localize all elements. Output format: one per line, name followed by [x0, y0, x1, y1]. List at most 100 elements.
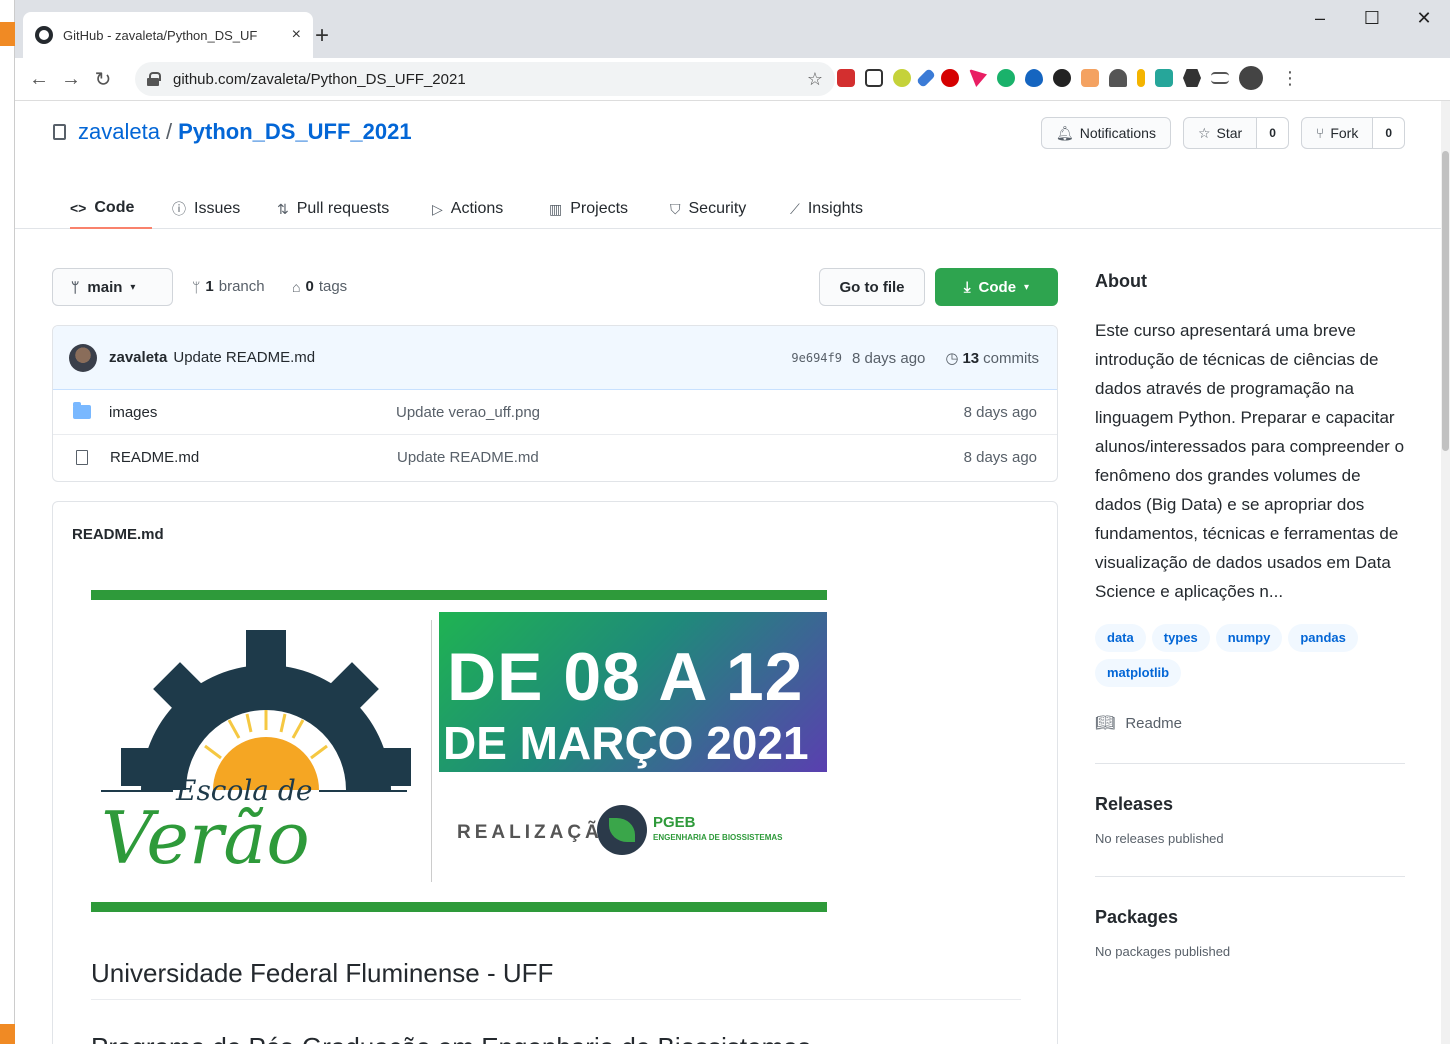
commit-author-link[interactable]: zavaleta	[109, 349, 167, 366]
extension-icon[interactable]	[1081, 69, 1099, 87]
extension-icon[interactable]	[837, 69, 855, 87]
browser-menu-icon[interactable]: ⋮	[1281, 68, 1299, 89]
code-button-label: Code	[978, 278, 1017, 296]
pull-request-icon: ⇅	[277, 200, 289, 217]
scrollbar-thumb[interactable]	[1442, 151, 1449, 451]
tab-actions[interactable]: ▷ Actions	[432, 189, 503, 229]
tab-title: GitHub - zavaleta/Python_DS_UF	[63, 27, 258, 43]
bookmark-star-icon[interactable]: ☆	[807, 69, 823, 90]
tab-projects[interactable]: ▥ Projects	[549, 189, 628, 229]
repo-name-link[interactable]: Python_DS_UFF_2021	[178, 119, 412, 145]
maximize-button[interactable]: ☐	[1346, 8, 1398, 29]
extension-icon[interactable]	[1053, 69, 1071, 87]
topic-tag[interactable]: pandas	[1288, 624, 1358, 652]
packages-heading[interactable]: Packages	[1095, 907, 1405, 928]
repo-actions: 🔔︎ Notifications ☆ Star 0 ⑂ Fork 0	[1040, 117, 1405, 149]
file-name-link[interactable]: images	[109, 404, 396, 421]
tab-code[interactable]: <> Code	[70, 189, 153, 229]
fork-button[interactable]: ⑂ Fork 0	[1300, 117, 1405, 149]
file-row[interactable]: images Update verao_uff.png 8 days ago	[53, 390, 1057, 435]
file-name-link[interactable]: README.md	[110, 449, 397, 466]
code-dropdown-button[interactable]: ⤓ Code ▾	[935, 268, 1058, 306]
reading-list-icon[interactable]	[1211, 72, 1229, 84]
tab-label: Code	[94, 199, 135, 216]
lock-icon	[147, 72, 161, 86]
back-arrow-icon[interactable]: ←	[23, 68, 55, 91]
address-bar[interactable]: github.com/zavaleta/Python_DS_UFF_2021 ☆	[135, 62, 835, 96]
new-tab-button[interactable]: +	[315, 22, 329, 50]
repo-title: zavaleta / Python_DS_UFF_2021	[53, 119, 412, 145]
tab-strip: GitHub - zavaleta/Python_DS_UF × + – ☐ ✕	[15, 0, 1450, 58]
play-icon: ▷	[432, 200, 443, 217]
tag-icon: ⌂	[292, 278, 301, 295]
tab-pull-requests[interactable]: ⇅ Pull requests	[277, 189, 389, 229]
topic-tag[interactable]: types	[1151, 624, 1210, 652]
commits-history-link[interactable]: ◷ 13 commits	[945, 349, 1039, 368]
grammarly-icon[interactable]	[997, 69, 1015, 87]
extension-icon[interactable]	[893, 69, 911, 87]
file-commit-link[interactable]: Update verao_uff.png	[396, 404, 964, 421]
file-age: 8 days ago	[963, 449, 1037, 466]
go-to-file-button[interactable]: Go to file	[819, 268, 925, 306]
window-edge-marker	[0, 1024, 15, 1044]
file-age: 8 days ago	[963, 403, 1037, 421]
adblock-icon[interactable]	[941, 69, 959, 87]
extension-icon[interactable]	[1137, 69, 1145, 87]
topic-tag[interactable]: matplotlib	[1095, 659, 1182, 687]
branch-select-button[interactable]: ᛘ main ▾	[52, 268, 173, 306]
repo-slash: /	[165, 119, 173, 144]
topic-list: data types numpy pandas matplotlib	[1095, 624, 1405, 687]
history-icon: ◷	[945, 350, 959, 367]
releases-note: No releases published	[1095, 831, 1224, 846]
tab-issues[interactable]: ⓘ Issues	[172, 189, 240, 229]
files-toolbar: ᛘ main ▾ ᛘ 1 branch ⌂ 0 tags Go to file …	[52, 268, 1058, 308]
tab-insights[interactable]: ⟋ Insights	[790, 189, 863, 229]
extensions-bar: ⋮	[837, 66, 1299, 90]
extension-icon[interactable]	[1109, 69, 1127, 87]
star-count[interactable]: 0	[1256, 118, 1288, 148]
banner-date-box: DE 08 A 12 DE MARÇO 2021	[439, 612, 827, 772]
star-label: Star	[1216, 125, 1243, 141]
tab-security[interactable]: ⛉ Security	[670, 189, 746, 229]
tab-label: Actions	[450, 200, 504, 217]
tags-link[interactable]: ⌂ 0 tags	[292, 278, 347, 295]
extension-drop-icon[interactable]	[1025, 69, 1043, 87]
close-window-button[interactable]: ✕	[1398, 8, 1450, 29]
profile-avatar-icon[interactable]	[1239, 66, 1263, 90]
file-commit-link[interactable]: Update README.md	[397, 449, 964, 466]
avatar[interactable]	[69, 343, 97, 372]
readme-link[interactable]: 📖︎ Readme	[1095, 713, 1405, 733]
url-text[interactable]: github.com/zavaleta/Python_DS_UFF_2021	[173, 71, 807, 88]
notifications-button[interactable]: 🔔︎ Notifications	[1040, 117, 1171, 149]
file-row[interactable]: README.md Update README.md 8 days ago	[53, 435, 1057, 480]
extension-grid-icon[interactable]	[865, 69, 883, 87]
banner-verao-text: Verão	[101, 796, 310, 880]
reload-icon[interactable]: ↻	[87, 67, 119, 92]
branch-word: branch	[218, 278, 265, 295]
readme-link-label: Readme	[1125, 714, 1183, 732]
minimize-button[interactable]: –	[1294, 8, 1346, 29]
fork-count[interactable]: 0	[1372, 118, 1404, 148]
browser-chrome: GitHub - zavaleta/Python_DS_UF × + – ☐ ✕…	[15, 0, 1450, 101]
commit-sha-link[interactable]: 9e694f9	[791, 351, 842, 365]
extension-icon[interactable]	[969, 69, 987, 87]
extension-icon[interactable]	[1155, 69, 1173, 87]
latest-commit-row: zavaleta Update README.md 9e694f9 8 days…	[53, 326, 1057, 390]
browser-tab[interactable]: GitHub - zavaleta/Python_DS_UF ×	[23, 12, 313, 58]
readme-banner-image[interactable]: Escola de Verão DE 08 A 12 DE MARÇO 2021…	[91, 590, 827, 912]
topic-tag[interactable]: numpy	[1215, 624, 1283, 652]
extensions-puzzle-icon[interactable]	[1183, 69, 1201, 87]
topic-tag[interactable]: data	[1095, 624, 1146, 652]
escola-left-line	[101, 790, 173, 792]
branches-link[interactable]: ᛘ 1 branch	[192, 278, 265, 295]
page-scrollbar[interactable]	[1441, 101, 1450, 1044]
repo-owner-link[interactable]: zavaleta	[78, 119, 160, 145]
commit-message-link[interactable]: Update README.md	[173, 349, 315, 366]
caret-down-icon: ▾	[130, 281, 136, 293]
file-icon	[76, 450, 88, 465]
forward-arrow-icon[interactable]: →	[55, 68, 87, 91]
extension-icon[interactable]	[916, 68, 936, 88]
star-button[interactable]: ☆ Star 0	[1182, 117, 1289, 149]
releases-heading[interactable]: Releases	[1095, 794, 1405, 815]
tab-close-icon[interactable]: ×	[292, 26, 301, 44]
